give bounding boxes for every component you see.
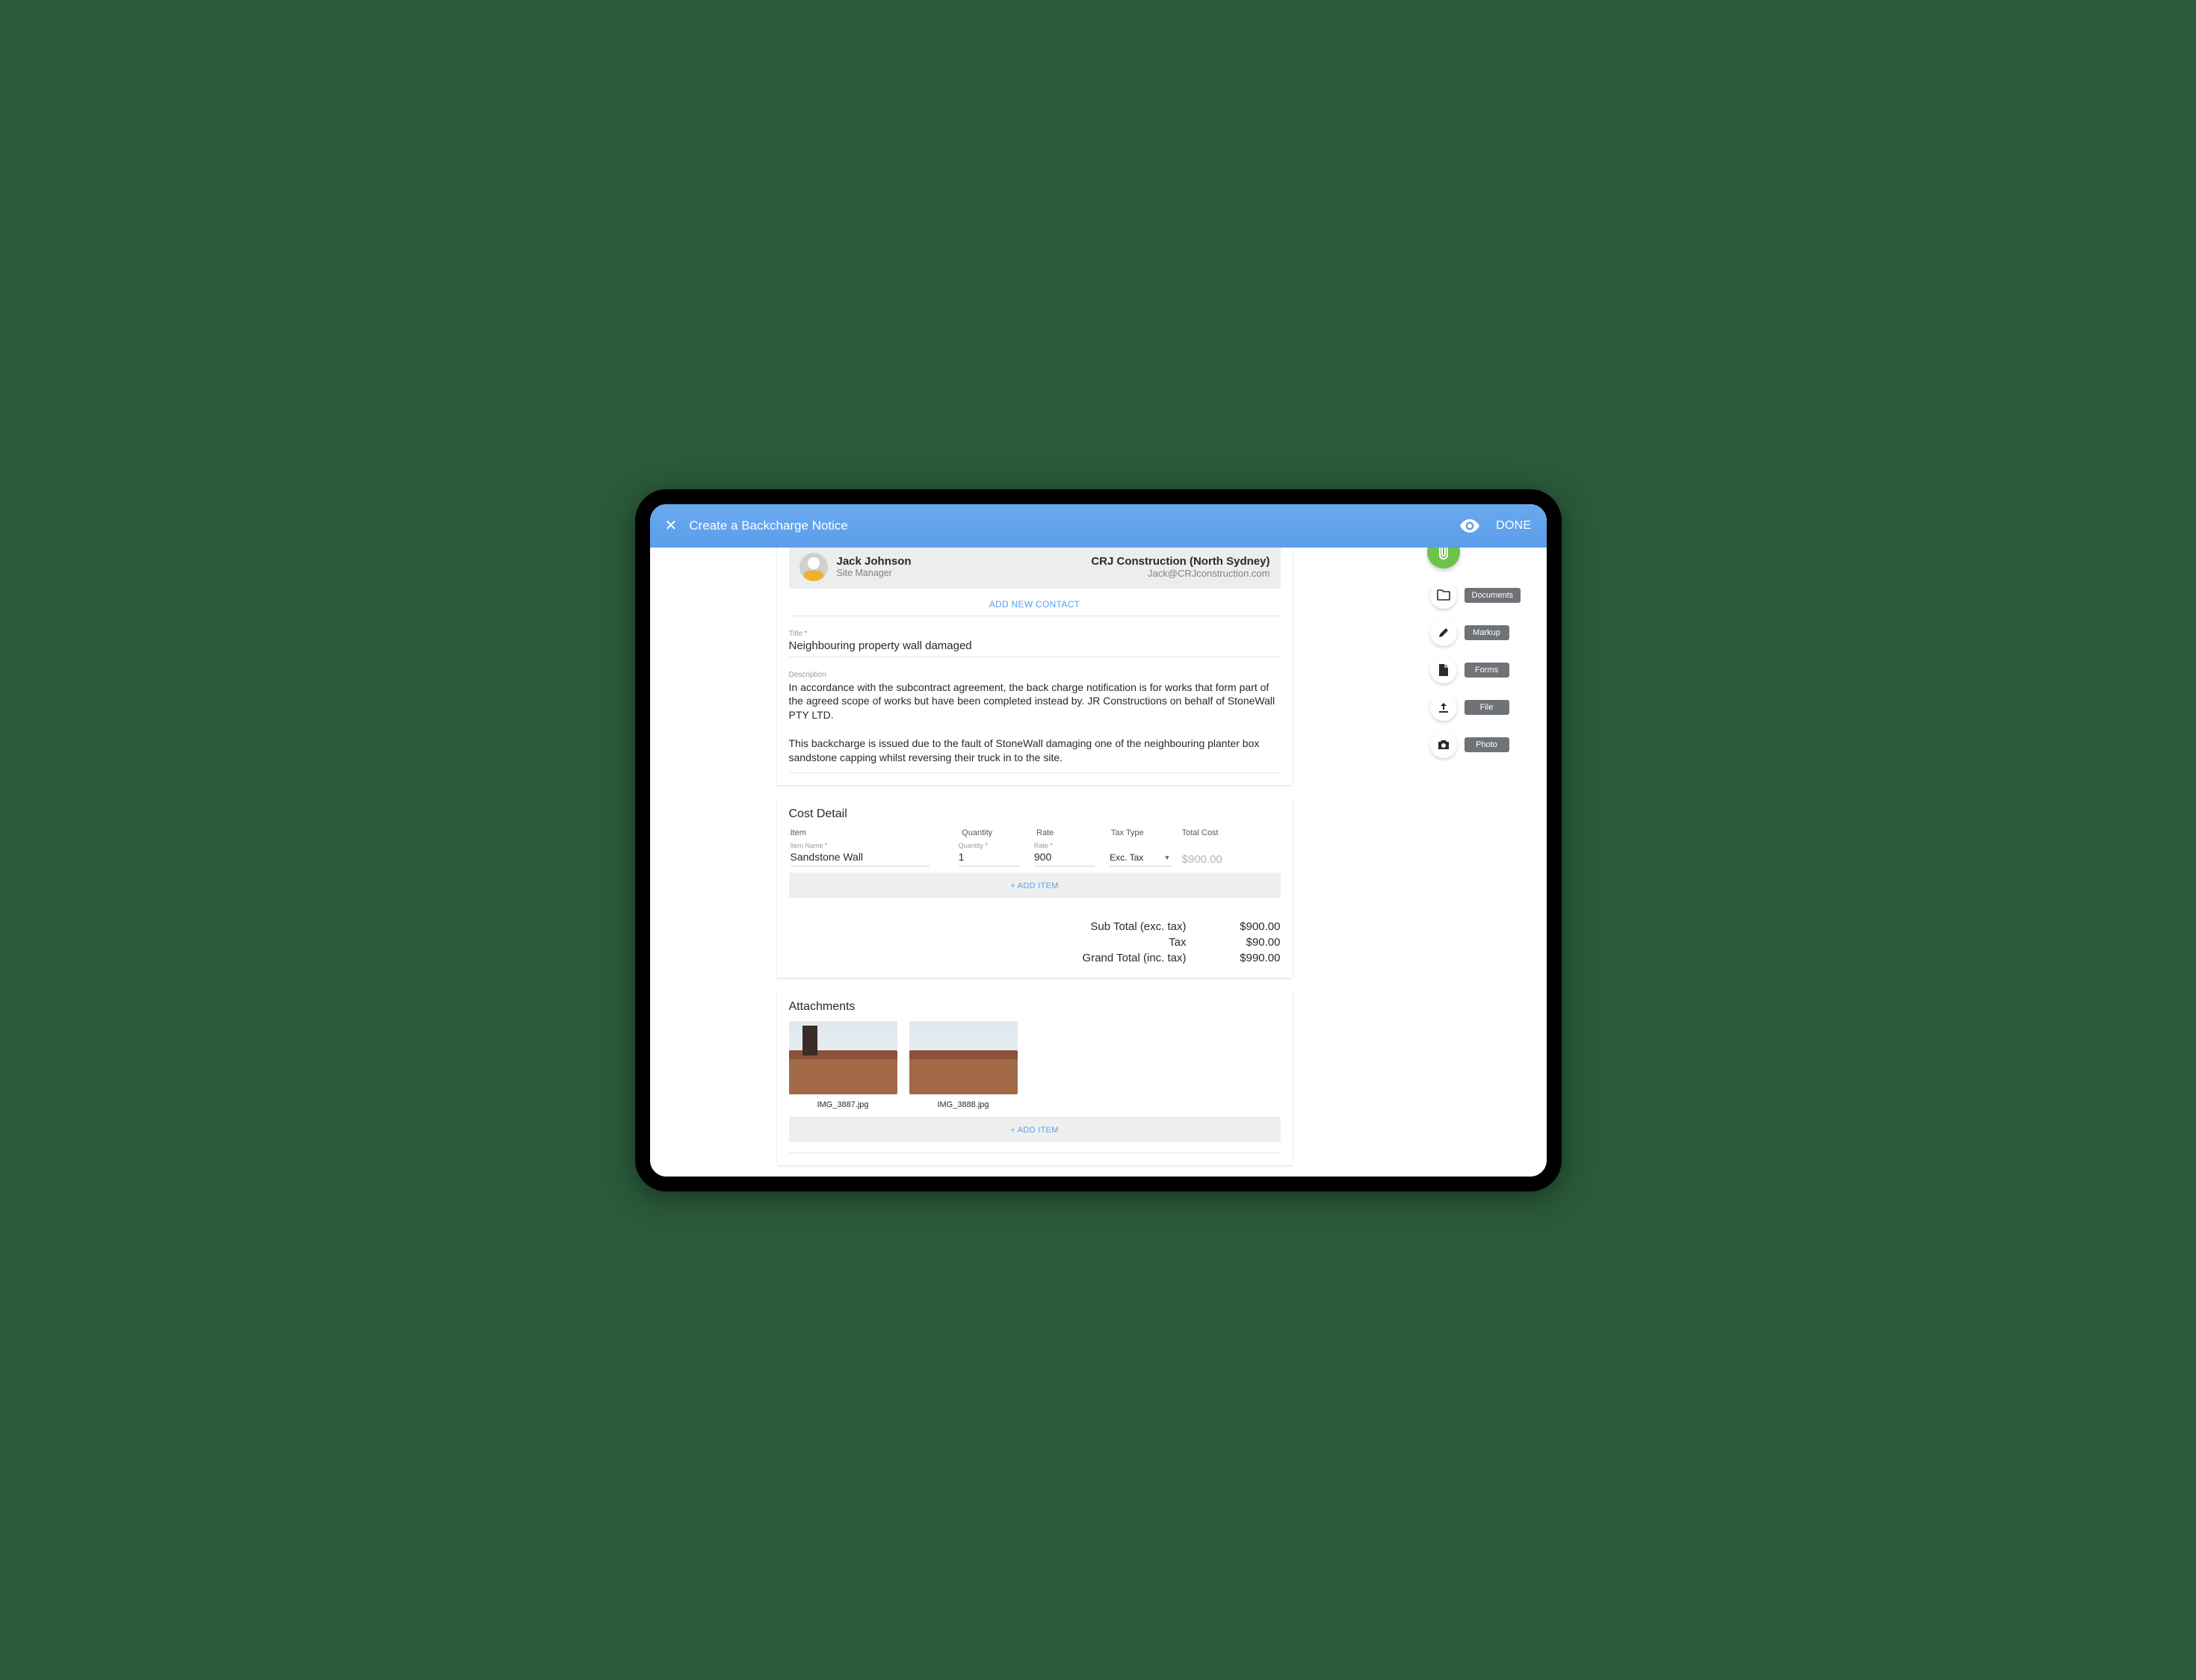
rail-markup: Markup — [1430, 619, 1535, 646]
contact-email: Jack@CRJconstruction.com — [1091, 568, 1269, 579]
item-name-field[interactable]: Sandstone Wall — [791, 849, 930, 867]
attachment-filename: IMG_3887.jpg — [789, 1100, 897, 1109]
contact-company: CRJ Construction (North Sydney) — [1091, 555, 1269, 568]
title-field[interactable]: Neighbouring property wall damaged — [789, 639, 1281, 657]
tax-type-label — [1110, 843, 1178, 851]
markup-icon-button[interactable] — [1430, 619, 1457, 646]
cost-header-row: Item Quantity Rate Tax Type Total Cost — [789, 828, 1281, 837]
title-field-label: Title * — [789, 630, 1281, 638]
folder-icon — [1437, 589, 1450, 601]
chevron-down-icon: ▼ — [1163, 854, 1170, 861]
app-header: ✕ Create a Backcharge Notice DONE — [650, 504, 1547, 548]
tax-value: $90.00 — [1213, 936, 1281, 949]
document-icon — [1438, 663, 1449, 677]
actions-rail: Documents Markup Forms — [1420, 548, 1547, 1177]
tablet-device-frame: ✕ Create a Backcharge Notice DONE Genera… — [635, 489, 1562, 1191]
contact-name: Jack Johnson — [837, 555, 1092, 568]
header-item: Item — [791, 828, 962, 837]
screen: ✕ Create a Backcharge Notice DONE Genera… — [650, 504, 1547, 1177]
photo-button[interactable]: Photo — [1464, 737, 1509, 752]
general-info-card: General Information To Jack Johnson Site… — [777, 548, 1293, 785]
header-total: Total Cost — [1182, 828, 1279, 837]
description-field[interactable]: In accordance with the subcontract agree… — [789, 681, 1281, 773]
add-cost-item-button[interactable]: + ADD ITEM — [1010, 881, 1058, 890]
header-rate: Rate — [1036, 828, 1111, 837]
subtotal-label: Sub Total (exc. tax) — [1027, 920, 1213, 933]
section-title-cost: Cost Detail — [789, 808, 1281, 821]
cost-item-row: Item Name * Sandstone Wall Quantity * 1 … — [789, 842, 1281, 867]
rail-file: File — [1430, 694, 1535, 721]
rail-forms: Forms — [1430, 657, 1535, 684]
tax-type-value: Exc. Tax — [1110, 852, 1143, 863]
tax-label: Tax — [1027, 936, 1213, 949]
attachment-item[interactable]: IMG_3887.jpg — [789, 1021, 897, 1109]
markup-button[interactable]: Markup — [1464, 625, 1509, 640]
header-tax: Tax Type — [1111, 828, 1182, 837]
photo-icon-button[interactable] — [1430, 731, 1457, 758]
grand-total-value: $990.00 — [1213, 952, 1281, 964]
attachment-thumbnail — [789, 1021, 897, 1094]
item-name-label: Item Name * — [791, 842, 954, 849]
cost-detail-card: Cost Detail Item Quantity Rate Tax Type … — [777, 797, 1293, 978]
avatar — [799, 553, 828, 581]
done-button[interactable]: DONE — [1496, 519, 1531, 533]
attachment-item[interactable]: IMG_3888.jpg — [909, 1021, 1018, 1109]
documents-icon-button[interactable] — [1430, 582, 1457, 609]
upload-icon — [1438, 701, 1450, 713]
file-button[interactable]: File — [1464, 700, 1509, 715]
documents-button[interactable]: Documents — [1464, 588, 1521, 603]
row-total-value: $900.00 — [1182, 853, 1222, 869]
pencil-icon — [1438, 627, 1450, 639]
attach-fab[interactable] — [1427, 548, 1460, 568]
rail-photo: Photo — [1430, 731, 1535, 758]
contact-card[interactable]: Jack Johnson Site Manager CRJ Constructi… — [789, 548, 1281, 589]
attachments-card: Attachments IMG_3887.jpg IMG — [777, 990, 1293, 1165]
attachment-thumbnail — [909, 1021, 1018, 1094]
qty-label: Quantity * — [959, 842, 1030, 849]
grand-total-label: Grand Total (inc. tax) — [1027, 952, 1213, 964]
forms-icon-button[interactable] — [1430, 657, 1457, 684]
file-icon-button[interactable] — [1430, 694, 1457, 721]
add-attachment-button[interactable]: + ADD ITEM — [1010, 1126, 1058, 1135]
forms-button[interactable]: Forms — [1464, 663, 1509, 678]
rate-field[interactable]: 900 — [1034, 849, 1095, 867]
tax-type-select[interactable]: Exc. Tax ▼ — [1110, 851, 1172, 867]
page-title: Create a Backcharge Notice — [689, 518, 1460, 533]
rail-documents: Documents — [1430, 582, 1535, 609]
main-column: General Information To Jack Johnson Site… — [650, 548, 1420, 1177]
contact-role: Site Manager — [837, 568, 1092, 578]
app-body: General Information To Jack Johnson Site… — [650, 548, 1547, 1177]
subtotal-value: $900.00 — [1213, 920, 1281, 933]
attachment-filename: IMG_3888.jpg — [909, 1100, 1018, 1109]
preview-icon[interactable] — [1460, 519, 1479, 533]
add-contact-row: ADD NEW CONTACT — [789, 589, 1281, 616]
description-field-label: Description — [789, 671, 1281, 679]
add-cost-item-bar: + ADD ITEM — [789, 872, 1281, 898]
header-qty: Quantity — [962, 828, 1036, 837]
section-title-attachments: Attachments — [789, 1000, 1281, 1014]
add-attachment-bar: + ADD ITEM — [789, 1117, 1281, 1142]
camera-icon — [1437, 740, 1450, 750]
paperclip-icon — [1437, 548, 1450, 560]
attachments-row: IMG_3887.jpg IMG_3888.jpg — [789, 1021, 1281, 1109]
add-contact-button[interactable]: ADD NEW CONTACT — [989, 599, 1080, 610]
rate-label: Rate * — [1034, 842, 1105, 849]
close-icon[interactable]: ✕ — [665, 516, 678, 535]
totals-block: Sub Total (exc. tax) $900.00 Tax $90.00 … — [789, 919, 1281, 966]
qty-field[interactable]: 1 — [959, 849, 1019, 867]
